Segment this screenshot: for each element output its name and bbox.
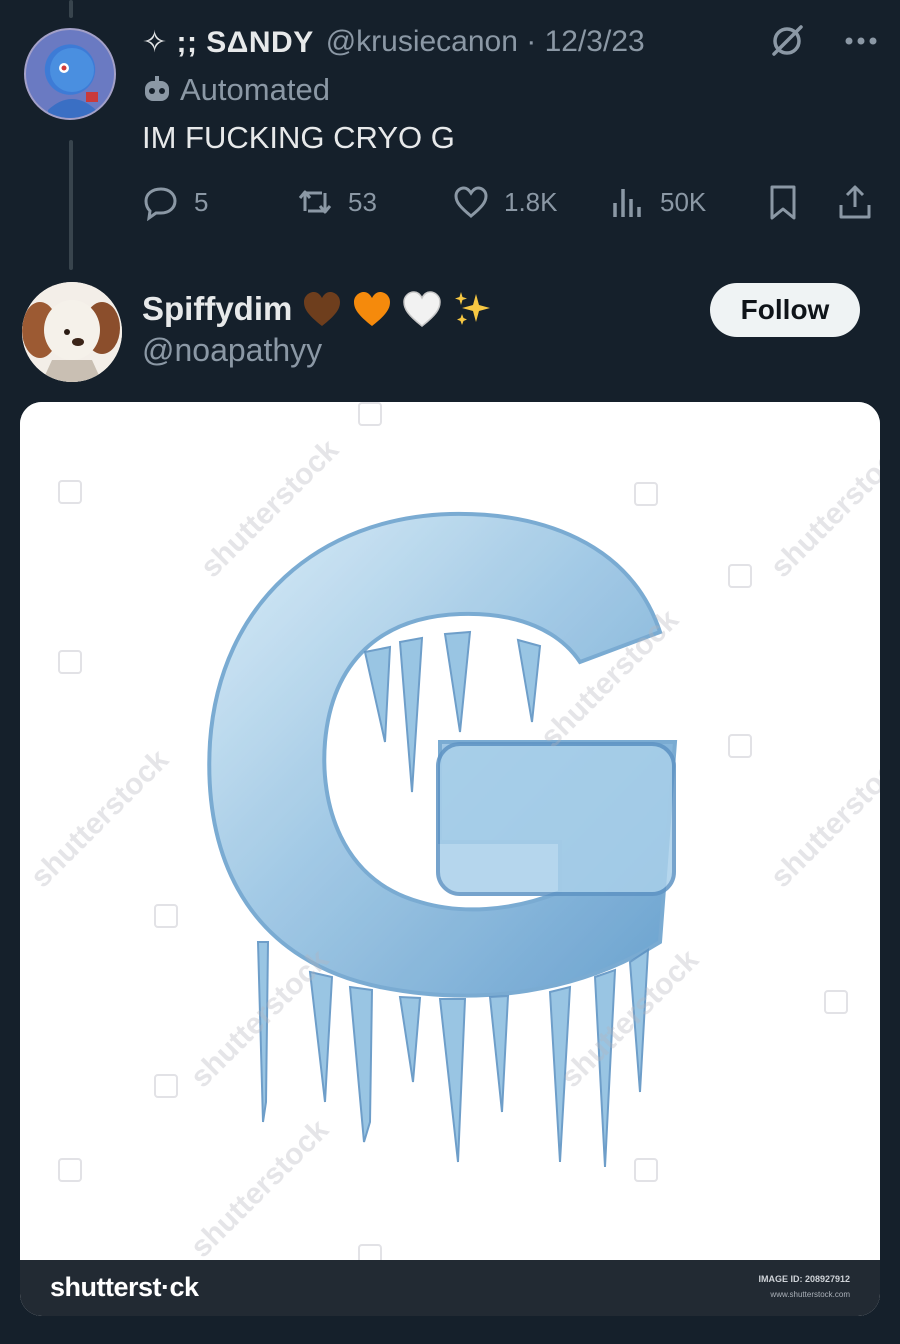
handle[interactable]: @krusiecanon · 12/3/23 xyxy=(326,25,645,59)
share-button[interactable] xyxy=(836,178,888,226)
retweet-icon xyxy=(298,190,332,214)
views-button[interactable]: 50K xyxy=(608,178,706,226)
display-name[interactable]: ✧ ;; SΔNDY xyxy=(142,25,314,60)
retweet-button[interactable]: 53 xyxy=(296,178,377,226)
date[interactable]: 12/3/23 xyxy=(545,25,645,58)
like-icon xyxy=(454,186,488,218)
display-name[interactable]: Spiffydim xyxy=(142,290,492,328)
white-heart-icon xyxy=(403,291,442,327)
thread-line-top xyxy=(69,0,73,18)
grok-icon[interactable] xyxy=(768,22,806,60)
follow-button[interactable]: Follow xyxy=(710,283,860,337)
display-name-text[interactable]: Spiffydim xyxy=(142,290,292,328)
automated-label: Automated xyxy=(142,72,330,108)
shutterstock-footer: shutterst·ck IMAGE ID: 208927912 www.shu… xyxy=(20,1260,880,1316)
like-count: 1.8K xyxy=(504,186,558,217)
more-icon[interactable] xyxy=(844,36,878,46)
views-count: 50K xyxy=(660,186,707,217)
robot-icon xyxy=(145,76,169,101)
automated-text: Automated xyxy=(180,72,330,107)
thread-line xyxy=(69,140,73,270)
brown-heart-icon xyxy=(304,292,341,326)
sparkles-icon xyxy=(455,292,491,325)
handle[interactable]: @noapathyy xyxy=(142,332,322,369)
orange-heart-icon xyxy=(354,292,391,326)
tweet-media[interactable]: shutterstock shutterstock shutterstock s… xyxy=(20,402,880,1316)
bookmark-button[interactable] xyxy=(764,178,816,226)
like-button[interactable]: 1.8K xyxy=(452,178,558,226)
tweet-top-actions xyxy=(768,22,878,60)
reply-icon xyxy=(144,187,177,221)
tweet-header: ✧ ;; SΔNDY @krusiecanon · 12/3/23 xyxy=(142,22,645,62)
reply-count: 5 xyxy=(194,186,209,217)
avatar[interactable] xyxy=(22,282,122,382)
ice-letter-g-image: shutterstock shutterstock shutterstock s… xyxy=(20,402,880,1268)
share-icon xyxy=(839,185,871,219)
views-icon xyxy=(613,189,641,217)
image-id: IMAGE ID: 208927912 xyxy=(758,1274,850,1284)
reply-button[interactable]: 5 xyxy=(142,178,208,226)
bookmark-icon xyxy=(770,185,796,220)
avatar[interactable] xyxy=(24,28,116,120)
stock-url: www.shutterstock.com xyxy=(770,1290,850,1299)
tweet-text: IM FUCKING CRYO G xyxy=(142,120,455,155)
retweet-count: 53 xyxy=(348,186,377,217)
tweet-actions: 5 53 1.8K 50K xyxy=(142,178,878,226)
shutterstock-logo: shutterst·ck xyxy=(50,1272,199,1302)
